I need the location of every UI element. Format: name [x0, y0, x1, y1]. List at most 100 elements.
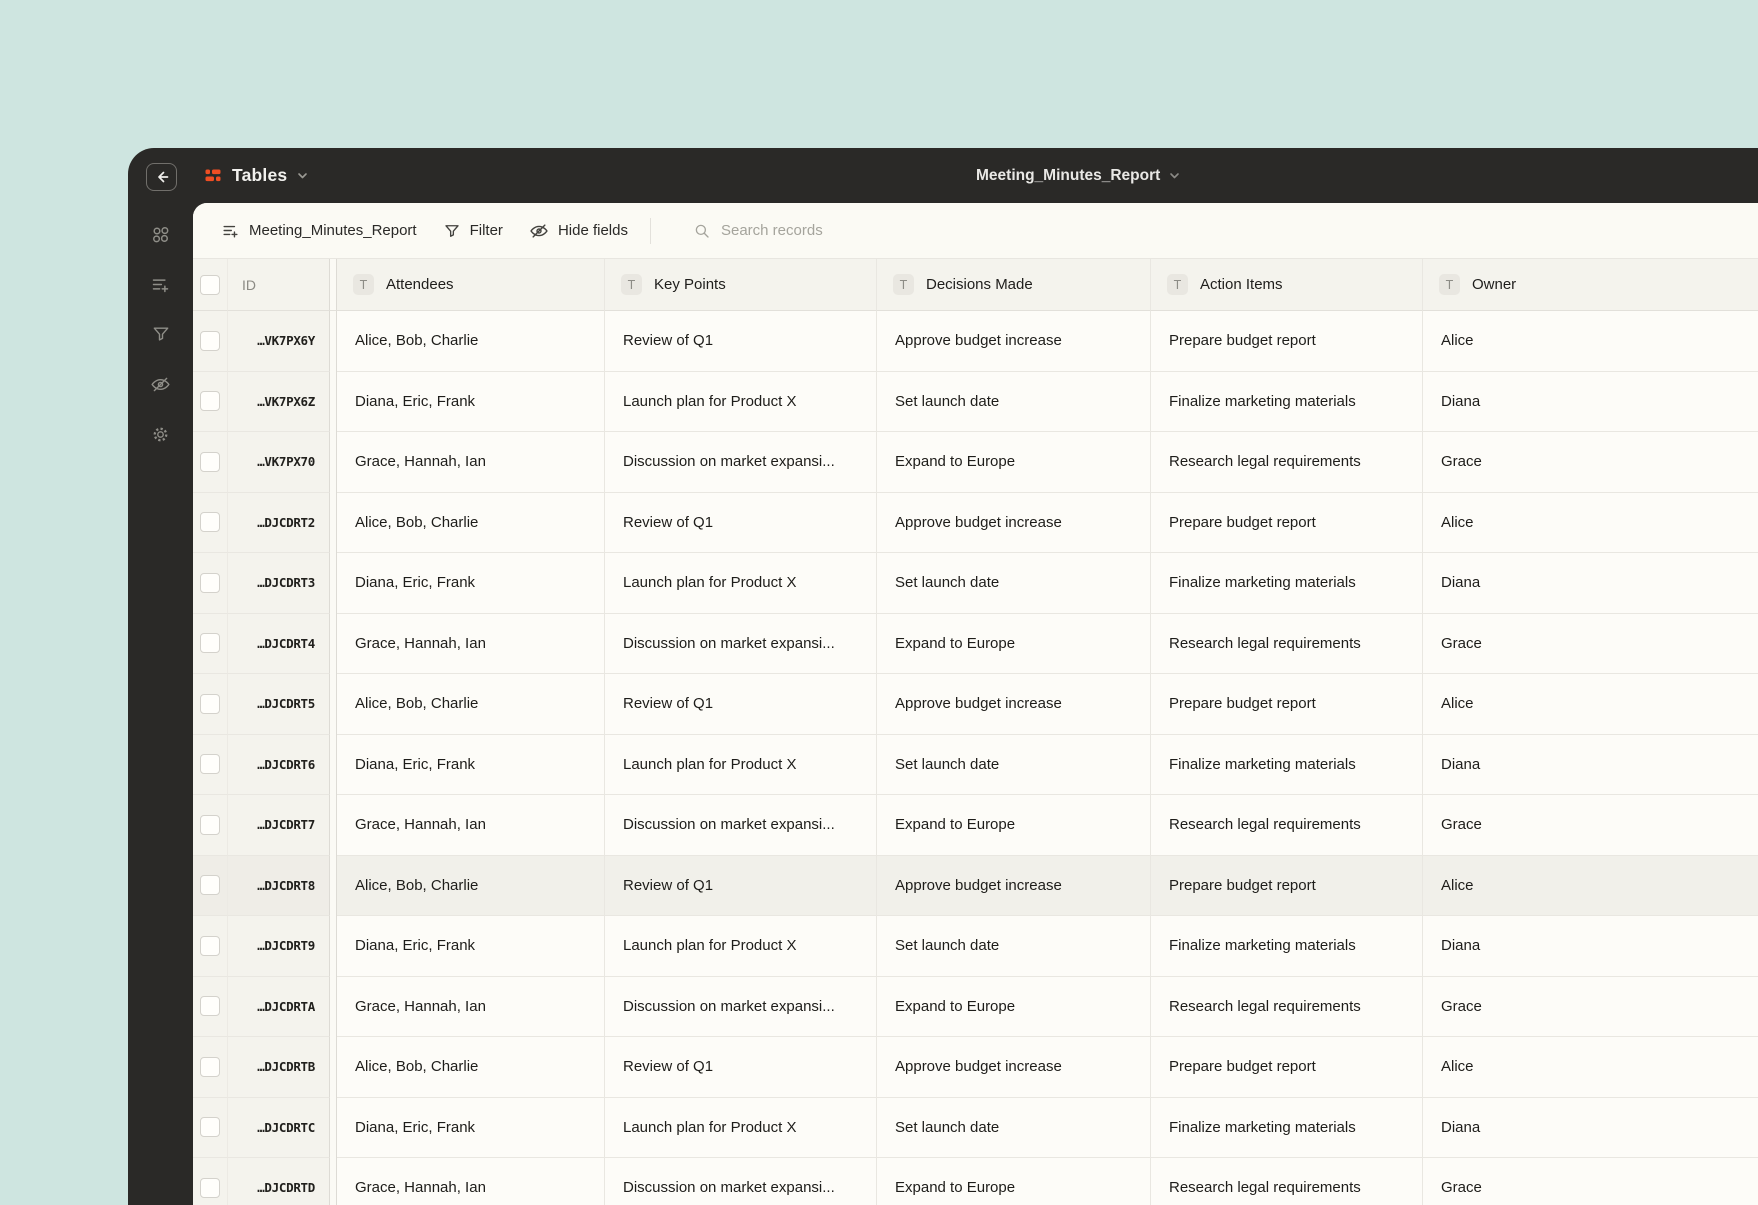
row-id-cell[interactable]: …DJCDRT3 — [228, 553, 330, 614]
cell-owner[interactable]: Diana — [1423, 371, 1758, 432]
cell-attendees[interactable]: Grace, Hannah, Ian — [337, 795, 605, 856]
cell-action-items[interactable]: Finalize marketing materials — [1151, 1097, 1423, 1158]
row-checkbox[interactable] — [200, 1056, 220, 1077]
row-id-cell[interactable]: …VK7PX70 — [228, 432, 330, 493]
column-header-action-items[interactable]: T Action Items — [1151, 259, 1423, 311]
cell-attendees[interactable]: Alice, Bob, Charlie — [337, 855, 605, 916]
cell-decisions-made[interactable]: Expand to Europe — [877, 976, 1151, 1037]
cell-action-items[interactable]: Research legal requirements — [1151, 976, 1423, 1037]
cell-decisions-made[interactable]: Set launch date — [877, 734, 1151, 795]
row-id-cell[interactable]: …DJCDRT6 — [228, 734, 330, 795]
cell-decisions-made[interactable]: Expand to Europe — [877, 795, 1151, 856]
cell-decisions-made[interactable]: Set launch date — [877, 371, 1151, 432]
cell-decisions-made[interactable]: Set launch date — [877, 1097, 1151, 1158]
row-checkbox[interactable] — [200, 512, 220, 533]
cell-action-items[interactable]: Research legal requirements — [1151, 795, 1423, 856]
hide-fields-button[interactable]: Hide fields — [529, 221, 628, 241]
row-checkbox[interactable] — [200, 391, 220, 412]
view-name-button[interactable]: Meeting_Minutes_Report — [221, 221, 417, 240]
cell-attendees[interactable]: Diana, Eric, Frank — [337, 371, 605, 432]
cell-action-items[interactable]: Prepare budget report — [1151, 855, 1423, 916]
cell-attendees[interactable]: Grace, Hannah, Ian — [337, 976, 605, 1037]
select-all-checkbox[interactable] — [200, 274, 220, 295]
row-checkbox[interactable] — [200, 1177, 220, 1198]
filter-icon[interactable] — [150, 323, 172, 345]
cell-action-items[interactable]: Finalize marketing materials — [1151, 553, 1423, 614]
cell-owner[interactable]: Diana — [1423, 1097, 1758, 1158]
cell-owner[interactable]: Grace — [1423, 1158, 1758, 1205]
cell-attendees[interactable]: Alice, Bob, Charlie — [337, 1037, 605, 1098]
row-checkbox[interactable] — [200, 996, 220, 1017]
id-column-header[interactable]: ID — [228, 259, 330, 311]
cell-decisions-made[interactable]: Expand to Europe — [877, 432, 1151, 493]
row-checkbox[interactable] — [200, 572, 220, 593]
cell-owner[interactable]: Alice — [1423, 492, 1758, 553]
cell-decisions-made[interactable]: Set launch date — [877, 553, 1151, 614]
cell-decisions-made[interactable]: Approve budget increase — [877, 855, 1151, 916]
cell-attendees[interactable]: Alice, Bob, Charlie — [337, 674, 605, 735]
row-id-cell[interactable]: …VK7PX6Y — [228, 311, 330, 372]
cell-action-items[interactable]: Prepare budget report — [1151, 1037, 1423, 1098]
cell-key-points[interactable]: Launch plan for Product X — [605, 916, 877, 977]
app-brand[interactable]: Tables — [203, 148, 309, 203]
cell-attendees[interactable]: Alice, Bob, Charlie — [337, 492, 605, 553]
cell-key-points[interactable]: Discussion on market expansi... — [605, 976, 877, 1037]
cell-decisions-made[interactable]: Approve budget increase — [877, 1037, 1151, 1098]
row-id-cell[interactable]: …DJCDRT5 — [228, 674, 330, 735]
cell-key-points[interactable]: Discussion on market expansi... — [605, 795, 877, 856]
column-header-key-points[interactable]: T Key Points — [605, 259, 877, 311]
row-checkbox[interactable] — [200, 875, 220, 896]
cell-attendees[interactable]: Grace, Hannah, Ian — [337, 613, 605, 674]
cell-decisions-made[interactable]: Set launch date — [877, 916, 1151, 977]
column-header-owner[interactable]: T Owner — [1423, 259, 1758, 311]
row-id-cell[interactable]: …DJCDRT8 — [228, 855, 330, 916]
cell-decisions-made[interactable]: Approve budget increase — [877, 674, 1151, 735]
row-id-cell[interactable]: …DJCDRTD — [228, 1158, 330, 1205]
cell-action-items[interactable]: Prepare budget report — [1151, 311, 1423, 372]
cell-decisions-made[interactable]: Expand to Europe — [877, 1158, 1151, 1205]
cell-owner[interactable]: Diana — [1423, 553, 1758, 614]
cell-key-points[interactable]: Discussion on market expansi... — [605, 432, 877, 493]
cell-decisions-made[interactable]: Approve budget increase — [877, 311, 1151, 372]
apps-icon[interactable] — [150, 223, 172, 245]
back-button[interactable] — [146, 163, 177, 191]
row-id-cell[interactable]: …DJCDRTA — [228, 976, 330, 1037]
cell-action-items[interactable]: Prepare budget report — [1151, 492, 1423, 553]
row-checkbox[interactable] — [200, 693, 220, 714]
cell-owner[interactable]: Diana — [1423, 916, 1758, 977]
cell-decisions-made[interactable]: Expand to Europe — [877, 613, 1151, 674]
cell-key-points[interactable]: Launch plan for Product X — [605, 1097, 877, 1158]
cell-owner[interactable]: Grace — [1423, 976, 1758, 1037]
row-id-cell[interactable]: …VK7PX6Z — [228, 371, 330, 432]
cell-key-points[interactable]: Launch plan for Product X — [605, 553, 877, 614]
row-checkbox[interactable] — [200, 330, 220, 351]
cell-key-points[interactable]: Discussion on market expansi... — [605, 1158, 877, 1205]
cell-key-points[interactable]: Launch plan for Product X — [605, 734, 877, 795]
row-id-cell[interactable]: …DJCDRTB — [228, 1037, 330, 1098]
frozen-column-divider[interactable] — [330, 259, 337, 311]
cell-key-points[interactable]: Launch plan for Product X — [605, 371, 877, 432]
add-view-icon[interactable] — [150, 273, 172, 295]
filter-button[interactable]: Filter — [443, 222, 503, 240]
cell-action-items[interactable]: Research legal requirements — [1151, 432, 1423, 493]
row-id-cell[interactable]: …DJCDRT7 — [228, 795, 330, 856]
cell-owner[interactable]: Alice — [1423, 855, 1758, 916]
row-checkbox[interactable] — [200, 935, 220, 956]
cell-key-points[interactable]: Review of Q1 — [605, 674, 877, 735]
cell-owner[interactable]: Diana — [1423, 734, 1758, 795]
cell-attendees[interactable]: Diana, Eric, Frank — [337, 734, 605, 795]
column-header-attendees[interactable]: T Attendees — [337, 259, 605, 311]
cell-attendees[interactable]: Grace, Hannah, Ian — [337, 1158, 605, 1205]
cell-action-items[interactable]: Research legal requirements — [1151, 1158, 1423, 1205]
cell-action-items[interactable]: Research legal requirements — [1151, 613, 1423, 674]
row-id-cell[interactable]: …DJCDRT9 — [228, 916, 330, 977]
cell-attendees[interactable]: Diana, Eric, Frank — [337, 553, 605, 614]
row-checkbox[interactable] — [200, 1117, 220, 1138]
cell-action-items[interactable]: Prepare budget report — [1151, 674, 1423, 735]
cell-owner[interactable]: Grace — [1423, 795, 1758, 856]
row-id-cell[interactable]: …DJCDRT2 — [228, 492, 330, 553]
cell-attendees[interactable]: Diana, Eric, Frank — [337, 916, 605, 977]
cell-owner[interactable]: Grace — [1423, 613, 1758, 674]
cell-owner[interactable]: Alice — [1423, 1037, 1758, 1098]
table-title-menu[interactable]: Meeting_Minutes_Report — [976, 148, 1181, 203]
